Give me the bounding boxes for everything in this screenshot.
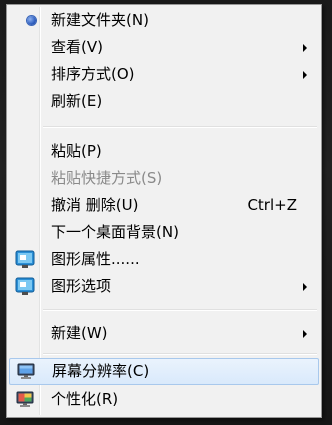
bullet-icon (27, 16, 36, 25)
menu-separator (43, 353, 317, 355)
submenu-arrow-icon (303, 44, 307, 52)
menu-item-label: 图形选项 (51, 277, 112, 295)
menu-item-sort-by[interactable]: 排序方式(O) (9, 61, 319, 88)
menu-item-graphics-properties[interactable]: 图形属性...... (9, 246, 319, 273)
menu-item-graphics-options[interactable]: 图形选项 (9, 273, 319, 300)
menu-item-label: 排序方式(O) (51, 65, 135, 83)
menu-item-screen-resolution[interactable]: 屏幕分辨率(C) (9, 358, 319, 385)
menu-item-label: 刷新(E) (51, 92, 103, 110)
menu-item-paste-shortcut: 粘贴快捷方式(S) (9, 165, 319, 192)
menu-item-label: 粘贴快捷方式(S) (51, 169, 163, 187)
menu-item-personalize[interactable]: 个性化(R) (9, 386, 319, 413)
submenu-arrow-icon (303, 71, 307, 79)
intel-graphics-icon (15, 249, 35, 269)
submenu-arrow-icon (303, 330, 307, 338)
menu-item-label: 查看(V) (51, 38, 103, 56)
menu-item-new-folder[interactable]: 新建文件夹(N) (9, 7, 319, 34)
menu-item-new[interactable]: 新建(W) (9, 320, 319, 347)
menu-item-next-desktop-background[interactable]: 下一个桌面背景(N) (9, 219, 319, 246)
intel-graphics-icon (15, 276, 35, 296)
menu-item-paste[interactable]: 粘贴(P) (9, 138, 319, 165)
menu-item-view[interactable]: 查看(V) (9, 34, 319, 61)
desktop-context-menu: 新建文件夹(N) 查看(V) 排序方式(O) 刷新(E) 粘贴(P) 粘贴快捷方… (6, 4, 322, 418)
menu-item-shortcut: Ctrl+Z (247, 196, 297, 214)
menu-separator (43, 126, 317, 128)
menu-item-label: 下一个桌面背景(N) (51, 223, 179, 241)
menu-item-label: 屏幕分辨率(C) (52, 362, 150, 380)
menu-separator (43, 309, 317, 311)
menu-item-label: 撤消 删除(U) (51, 196, 139, 214)
submenu-arrow-icon (303, 283, 307, 291)
personalize-icon (15, 389, 35, 409)
menu-item-refresh[interactable]: 刷新(E) (9, 88, 319, 115)
menu-item-label: 粘贴(P) (51, 142, 102, 160)
menu-item-label: 图形属性...... (51, 250, 140, 268)
menu-item-label: 个性化(R) (51, 390, 119, 408)
menu-item-undo-delete[interactable]: 撤消 删除(U) Ctrl+Z (9, 192, 319, 219)
screen-resolution-icon (16, 361, 36, 381)
menu-item-label: 新建(W) (51, 324, 108, 342)
menu-item-label: 新建文件夹(N) (51, 11, 149, 29)
